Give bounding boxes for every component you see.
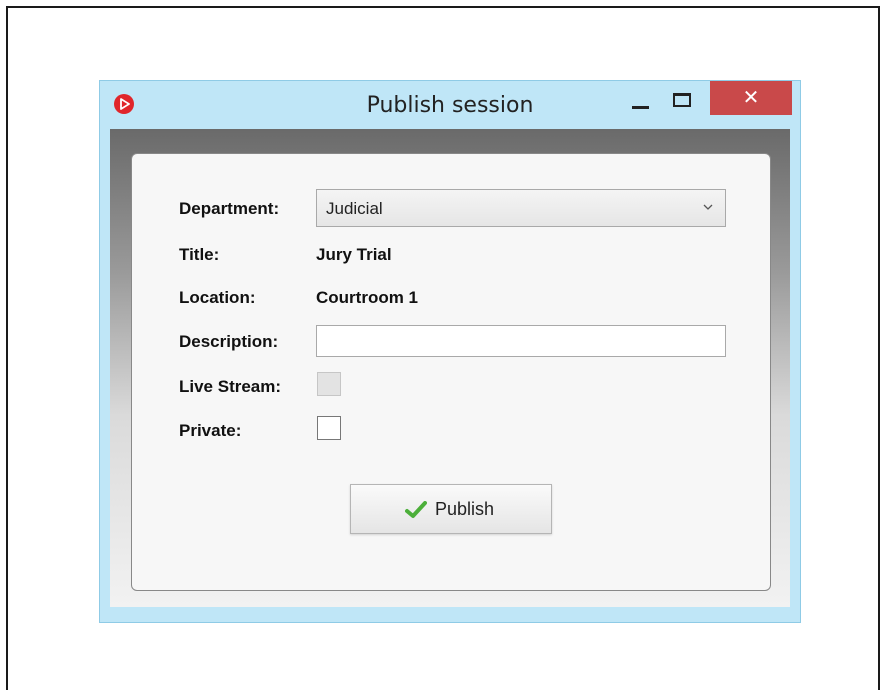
close-icon: ✕ [742, 85, 760, 109]
description-label: Description: [179, 332, 279, 351]
location-label: Location: [179, 288, 256, 307]
title-bar[interactable]: Publish session ✕ [100, 81, 800, 131]
private-label: Private: [179, 421, 242, 440]
client-area: Department: Judicial Title: Jury Trial L… [110, 129, 790, 607]
chevron-down-icon [703, 204, 713, 210]
publish-button-label: Publish [435, 499, 495, 519]
department-label: Department: [179, 199, 280, 218]
description-input[interactable] [316, 325, 726, 357]
publish-session-window: Publish session ✕ Department: Judicial T… [99, 80, 801, 623]
private-checkbox[interactable] [317, 416, 341, 440]
form-panel: Department: Judicial Title: Jury Trial L… [131, 153, 771, 591]
department-selected-value: Judicial [326, 199, 383, 218]
title-label: Title: [179, 245, 220, 264]
department-dropdown[interactable]: Judicial [316, 189, 726, 227]
maximize-button[interactable] [668, 89, 698, 115]
title-value: Jury Trial [316, 245, 392, 264]
minimize-button[interactable] [626, 89, 656, 115]
location-value: Courtroom 1 [316, 288, 418, 307]
live-stream-checkbox[interactable] [317, 372, 341, 396]
live-stream-label: Live Stream: [179, 377, 282, 396]
checkmark-icon [405, 501, 427, 518]
publish-button[interactable]: Publish [350, 484, 552, 534]
close-button[interactable]: ✕ [710, 81, 792, 115]
